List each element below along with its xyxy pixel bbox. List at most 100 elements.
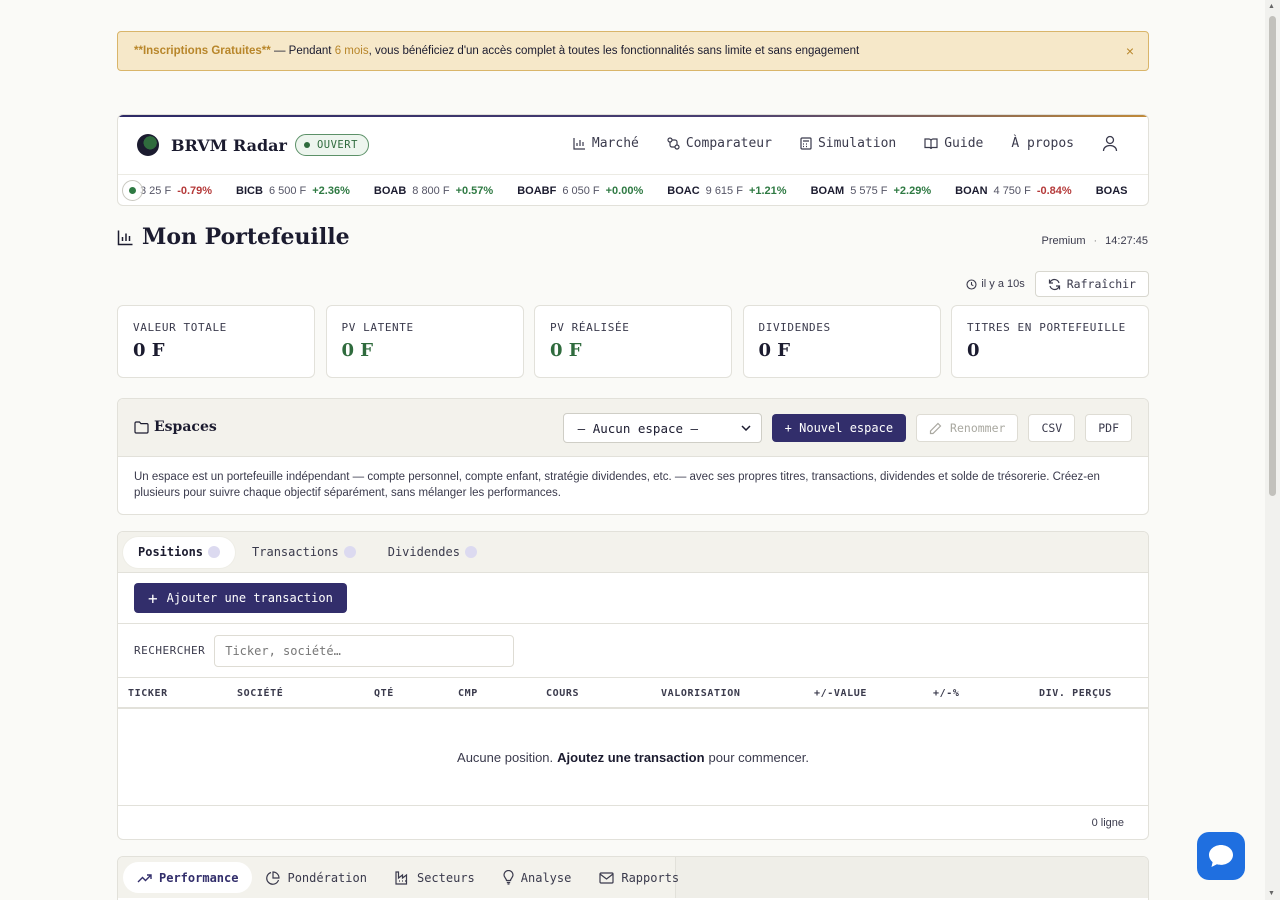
tab-positions-label: Positions [138,545,204,559]
kpi-value: 0 F [133,340,165,361]
mail-icon [599,871,614,884]
kpi-value: 0 F [758,340,791,361]
tab-performance[interactable]: Performance [123,862,253,893]
tab-secteurs[interactable]: Secteurs [381,862,489,893]
tab-analyse-label: Analyse [520,870,572,885]
ticker-price: 5 575 F [850,184,888,197]
logo-icon [137,134,159,156]
rename-button[interactable]: Renommer [916,414,1019,442]
tab-rapports-label: Rapports [621,870,680,885]
tab-dividendes[interactable]: Dividendes [373,537,492,568]
col-qte[interactable]: QTÉ [374,688,394,699]
nav-comparateur[interactable]: Comparateur [667,136,772,151]
scroll-down-icon[interactable]: ▼ [1268,890,1275,897]
pdf-export-button[interactable]: PDF [1085,414,1132,442]
ticker-item[interactable]: BOAN 4 750 F -0.84% [955,185,1072,197]
refresh-button[interactable]: Rafraîchir [1034,271,1149,297]
col-cours[interactable]: COURS [546,688,579,699]
ticker-item[interactable]: BOAM 5 575 F +2.29% [811,185,932,197]
kpi-label: PV RÉALISÉE [550,321,630,334]
ticker-item[interactable]: BOAC 9 615 F +1.21% [667,185,786,197]
ticker-symbol: BOAM [810,184,845,197]
nav-apropos[interactable]: À propos [1011,136,1074,151]
main-nav: Marché Comparateur Simulation Guide À pr… [545,135,1124,152]
banner-text-post: , vous bénéficiez d'un accès complet à t… [368,45,860,57]
ticker-price: 3 25 F [140,184,172,197]
col-ticker[interactable]: TICKER [128,688,168,699]
kpi-value: 0 [967,340,980,361]
ticker-item[interactable]: BOAS [1096,185,1134,197]
espaces-title-text: Espaces [154,419,217,435]
book-icon [924,138,938,150]
ticker-change: +2.29% [893,184,932,197]
ticker-change: -0.84% [1036,184,1072,197]
nav-simulation-label: Simulation [817,136,897,151]
banner-highlight: 6 mois [334,45,369,57]
ticker-item[interactable]: BOAB 8 800 F +0.57% [374,185,493,197]
kpi-label: DIVIDENDES [758,321,831,334]
new-espace-button[interactable]: + Nouvel espace [771,414,907,442]
kpi-value: 0 F [550,340,582,361]
col-valorisation[interactable]: VALORISATION [661,688,740,699]
ticker-price: 4 750 F [993,184,1031,197]
pie-chart-icon [266,870,281,885]
ticker-strip: 3 25 F -0.79% BICB 6 500 F +2.36% BOAB 8… [118,174,1148,205]
col-plus-pct[interactable]: +/-% [933,688,959,699]
espace-select[interactable]: — Aucun espace — [562,413,762,443]
refresh-icon [1048,278,1060,290]
espaces-description: Un espace est un portefeuille indépendan… [134,471,1100,499]
ticker-item[interactable]: BOABF 6 050 F +0.00% [517,185,643,197]
compare-icon [667,137,680,150]
scrollbar-thumb[interactable] [1269,16,1276,496]
espaces-header: Espaces — Aucun espace — + Nouvel espace… [118,399,1148,457]
chat-bubble-icon [1209,845,1233,867]
chevron-down-icon [741,425,751,431]
tab-ponderation-label: Pondération [287,870,367,885]
tab-ponderation[interactable]: Pondération [252,862,380,893]
user-account-button[interactable] [1102,135,1124,152]
col-plus-value[interactable]: +/-VALUE [814,688,867,699]
refresh-row: il y a 10s Rafraîchir [966,271,1149,297]
chat-button[interactable] [1197,832,1245,880]
nav-guide[interactable]: Guide [924,136,983,151]
col-div-percus[interactable]: DIV. PERÇUS [1039,688,1112,699]
col-societe[interactable]: SOCIÉTÉ [237,688,283,699]
add-transaction-button[interactable]: + Ajouter une transaction [134,583,347,613]
espaces-panel: Espaces — Aucun espace — + Nouvel espace… [117,398,1149,515]
search-input[interactable] [214,634,515,667]
tab-positions[interactable]: Positions [123,536,236,568]
csv-export-button[interactable]: CSV [1028,414,1076,442]
tab-transactions[interactable]: Transactions [237,537,371,568]
user-icon [1102,135,1118,152]
ticker-price: 6 500 F [268,184,307,197]
espace-select-value: — Aucun espace — [577,420,699,436]
espaces-title: Espaces [134,419,217,435]
col-cmp[interactable]: CMP [458,688,478,699]
page-meta: Premium · 14:27:45 [1041,235,1148,247]
brand[interactable]: BRVM Radar OUVERT [137,134,369,156]
plus-icon: + [148,588,158,608]
nav-simulation[interactable]: Simulation [800,136,896,151]
kpi-valeur-totale: VALEUR TOTALE 0 F [117,305,315,378]
ticker-price: 6 050 F [562,184,600,197]
brand-name: BRVM Radar [171,135,287,155]
market-status-text: OUVERT [316,139,358,151]
site-header: BRVM Radar OUVERT Marché Comparateur Sim… [117,114,1149,206]
ticker-price: 8 800 F [412,184,450,197]
kpi-value: 0 F [341,340,374,361]
ticker-item[interactable]: BICB 6 500 F +2.36% [236,185,350,197]
last-update: il y a 10s [966,278,1025,290]
pencil-icon [929,422,942,434]
close-icon[interactable]: × [1126,43,1134,59]
positions-tabs: Positions Transactions Dividendes [118,532,1148,573]
empty-add-link[interactable]: Ajoutez une transaction [557,750,704,765]
kpi-label: PV LATENTE [341,321,414,334]
nav-comparateur-label: Comparateur [685,136,772,151]
ticker-change: -0.79% [177,184,213,197]
tab-rapports[interactable]: Rapports [585,862,693,893]
page-scrollbar[interactable]: ▲ ▼ [1265,0,1280,900]
nav-marche[interactable]: Marché [573,136,639,151]
kpi-label: TITRES EN PORTEFEUILLE [967,321,1126,334]
scroll-up-icon[interactable]: ▲ [1268,3,1275,10]
tab-analyse[interactable]: Analyse [489,862,586,893]
